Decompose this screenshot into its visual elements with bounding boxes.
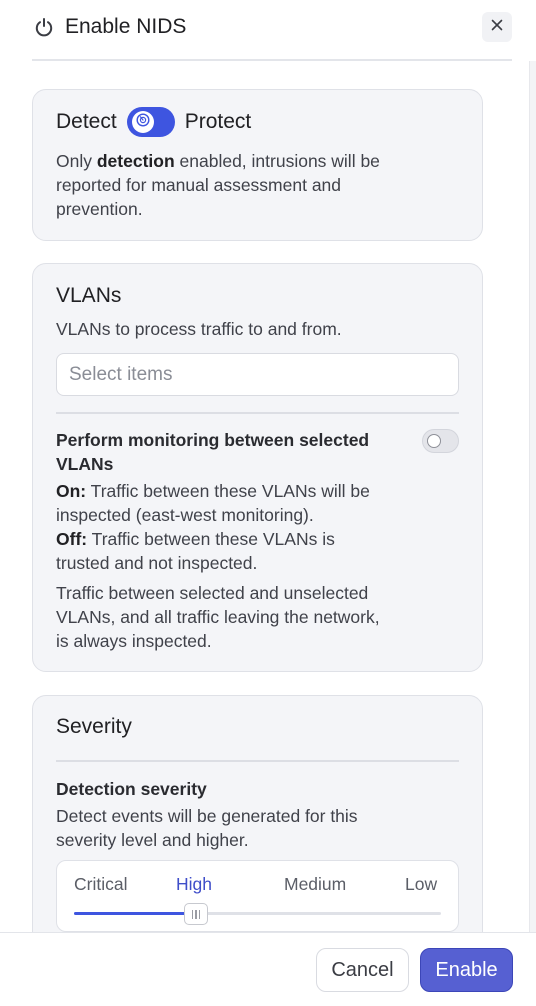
detection-severity-title: Detection severity bbox=[56, 779, 207, 799]
off-text-1: Traffic between these VLANs is bbox=[87, 529, 335, 549]
detection-severity-desc-2: severity level and higher. bbox=[56, 830, 249, 850]
detection-severity-desc-1: Detect events will be generated for this bbox=[56, 806, 358, 826]
toggle-knob bbox=[131, 111, 154, 133]
power-icon bbox=[33, 16, 55, 38]
mode-card: Detect Protect Only detection enabled, i… bbox=[32, 89, 483, 241]
desc-bold: detection bbox=[96, 151, 175, 171]
vlans-note-1: Traffic between selected and unselected bbox=[56, 583, 369, 603]
monitoring-title: Perform monitoring between selected VLAN… bbox=[56, 430, 370, 474]
on-description-2: inspected (east-west monitoring). bbox=[56, 505, 314, 525]
dialog-footer: Cancel Enable bbox=[0, 932, 536, 1006]
desc-pre: Only bbox=[56, 151, 97, 171]
vlans-divider bbox=[56, 412, 459, 414]
severity-card: Severity Detection severity Detect event… bbox=[32, 695, 483, 932]
vlan-select-input[interactable]: Select items bbox=[56, 353, 459, 396]
vlans-description: VLANs to process traffic to and from. bbox=[56, 319, 342, 339]
close-button[interactable] bbox=[482, 12, 512, 42]
level-low[interactable]: Low bbox=[405, 872, 437, 896]
severity-title: Severity bbox=[56, 715, 132, 738]
dialog-title: Enable NIDS bbox=[65, 15, 187, 38]
shield-icon bbox=[136, 112, 150, 132]
on-text-1: Traffic between these VLANs will be bbox=[86, 481, 370, 501]
desc-post: enabled, intrusions will be bbox=[174, 151, 380, 171]
vlans-card: VLANs VLANs to process traffic to and fr… bbox=[32, 263, 483, 672]
monitoring-toggle-knob bbox=[427, 434, 441, 448]
select-placeholder: Select items bbox=[69, 364, 173, 385]
level-critical[interactable]: Critical bbox=[74, 872, 127, 896]
close-icon bbox=[491, 18, 503, 36]
protect-label: Protect bbox=[184, 110, 252, 133]
slider-track-fill bbox=[74, 912, 197, 915]
detect-protect-toggle[interactable] bbox=[126, 107, 175, 137]
level-high[interactable]: High bbox=[176, 872, 212, 896]
vlans-note-2: VLANs, and all traffic leaving the netwo… bbox=[56, 607, 380, 627]
slider-track[interactable] bbox=[74, 912, 441, 915]
scrollbar[interactable] bbox=[529, 61, 536, 932]
vlans-title: VLANs bbox=[56, 284, 122, 307]
level-medium[interactable]: Medium bbox=[284, 872, 346, 896]
monitoring-toggle[interactable] bbox=[422, 429, 459, 453]
desc-line-3: prevention. bbox=[56, 199, 143, 219]
mode-description: Only detection enabled, intrusions will … bbox=[56, 149, 380, 221]
enable-button[interactable]: Enable bbox=[420, 948, 513, 992]
dialog-header: Enable NIDS bbox=[0, 0, 536, 60]
on-label: On: bbox=[56, 481, 87, 501]
off-description: Off: Traffic between these VLANs is bbox=[56, 527, 335, 551]
on-description: On: Traffic between these VLANs will be bbox=[56, 479, 370, 503]
detect-label: Detect bbox=[56, 110, 117, 133]
slider-thumb[interactable] bbox=[184, 903, 209, 925]
dialog-body[interactable]: Detect Protect Only detection enabled, i… bbox=[0, 61, 536, 932]
mode-switch-row: Detect Protect bbox=[56, 107, 251, 137]
desc-line-2: reported for manual assessment and bbox=[56, 175, 342, 195]
severity-slider[interactable]: Critical High Medium Low bbox=[56, 860, 459, 932]
off-description-2: trusted and not inspected. bbox=[56, 553, 258, 573]
severity-divider bbox=[56, 760, 459, 762]
off-label: Off: bbox=[56, 529, 88, 549]
cancel-button[interactable]: Cancel bbox=[316, 948, 409, 992]
vlans-note-3: is always inspected. bbox=[56, 631, 212, 651]
